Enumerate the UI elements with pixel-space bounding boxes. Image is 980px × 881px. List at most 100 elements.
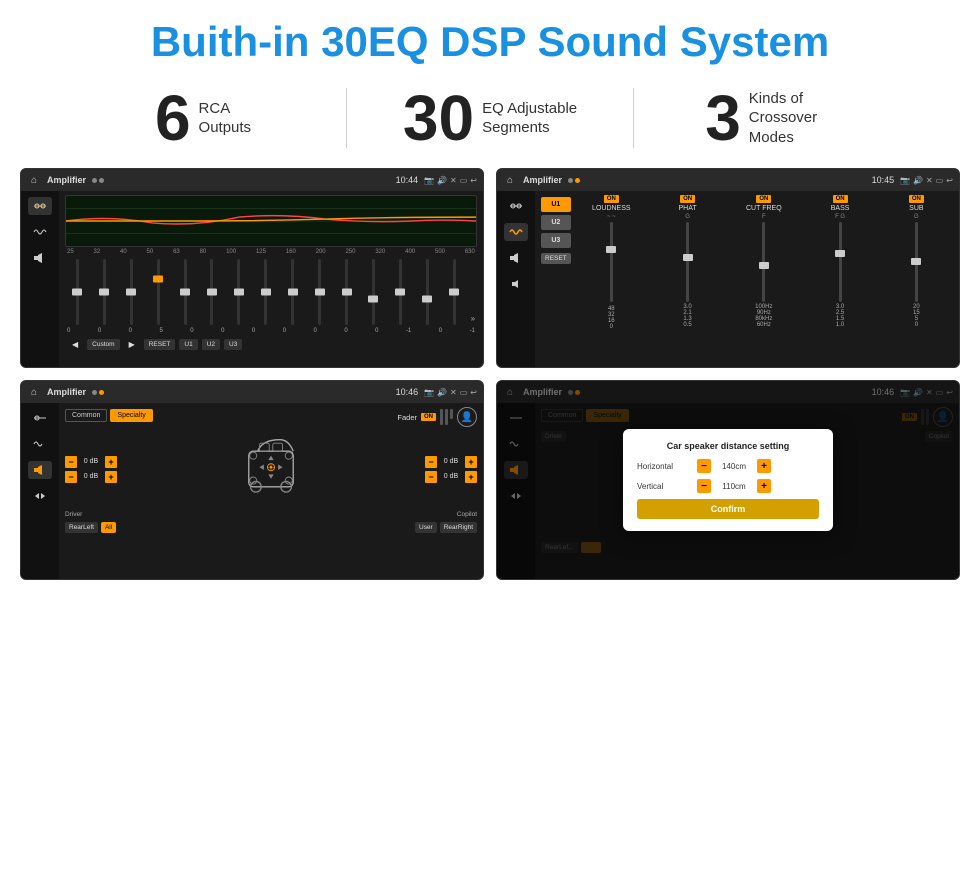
eq-slider-13[interactable] (388, 259, 413, 325)
eq-sliders: » (65, 257, 477, 327)
eq-slider-2[interactable] (92, 259, 117, 325)
eq-slider-6[interactable] (200, 259, 225, 325)
dialog-horizontal-plus[interactable]: + (757, 459, 771, 473)
fader-dot-1 (92, 390, 97, 395)
fader-driver-label: Driver (65, 511, 82, 518)
fader-fl-value: 0 dB (79, 458, 103, 465)
xo-channel-loudness: ON LOUDNESS ~ ~ 48 32 16 0 (575, 195, 648, 363)
eq-slider-8[interactable] (253, 259, 278, 325)
xo-phat-on[interactable]: ON (680, 195, 695, 203)
eq-sidebar-speaker[interactable] (28, 249, 52, 267)
fader-tab-specialty[interactable]: Specialty (110, 409, 152, 422)
fader-sidebar-wave[interactable] (28, 435, 52, 453)
xo-sub-slider[interactable] (915, 222, 918, 302)
xo-reset-button[interactable]: RESET (541, 253, 571, 264)
eq-slider-5[interactable] (173, 259, 198, 325)
eq-u3-button[interactable]: U3 (224, 339, 242, 350)
eq-prev-button[interactable]: ◀ (67, 338, 83, 351)
fader-fl-plus[interactable]: + (105, 456, 117, 468)
fader-rl-plus[interactable]: + (105, 471, 117, 483)
xo-camera-icon: 📷 (900, 176, 910, 185)
fader-sliders-mini (440, 409, 453, 425)
dialog-horizontal-minus[interactable]: − (697, 459, 711, 473)
close-icon: ✕ (450, 176, 457, 185)
fader-on-badge[interactable]: ON (421, 413, 436, 421)
xo-sidebar-volume[interactable] (504, 275, 528, 293)
eq-slider-1[interactable] (65, 259, 90, 325)
eq-slider-12[interactable] (361, 259, 386, 325)
eq-custom-label: Custom (87, 339, 119, 350)
fader-rr-plus[interactable]: + (465, 471, 477, 483)
fader-camera-icon: 📷 (424, 388, 434, 397)
xo-phat-slider[interactable] (686, 222, 689, 302)
xo-bass-slider[interactable] (839, 222, 842, 302)
eq-u2-button[interactable]: U2 (202, 339, 220, 350)
xo-loudness-on[interactable]: ON (604, 195, 619, 203)
fader-back-icon[interactable]: ↩ (470, 388, 477, 397)
eq-graph (65, 195, 477, 247)
xo-sidebar-speaker[interactable] (504, 249, 528, 267)
xo-cutfreq-slider[interactable] (762, 222, 765, 302)
stat-crossover-label: Kinds ofCrossover Modes (749, 89, 849, 148)
eq-topbar: ⌂ Amplifier 10:44 📷 🔊 ✕ ▭ ↩ (21, 169, 483, 191)
fader-sidebar-tuner[interactable] (28, 409, 52, 427)
stat-rca-label: RCAOutputs (199, 99, 252, 138)
fader-sidebar-arrows[interactable] (28, 487, 52, 505)
xo-topbar-icons: 📷 🔊 ✕ ▭ ↩ (900, 176, 953, 185)
back-icon[interactable]: ↩ (470, 176, 477, 185)
xo-back-icon[interactable]: ↩ (946, 176, 953, 185)
eq-content: 253240506380100125160200250320400500630 (59, 191, 483, 367)
xo-preset-u2[interactable]: U2 (541, 215, 571, 230)
xo-sidebar-wave[interactable] (504, 223, 528, 241)
fader-tabs: Common Specialty (65, 409, 153, 422)
fader-rl-minus[interactable]: − (65, 471, 77, 483)
eq-slider-10[interactable] (307, 259, 332, 325)
confirm-button[interactable]: Confirm (637, 499, 819, 519)
eq-slider-9[interactable] (280, 259, 305, 325)
xo-bass-on[interactable]: ON (833, 195, 848, 203)
eq-slider-7[interactable] (226, 259, 251, 325)
xo-cutfreq-on[interactable]: ON (756, 195, 771, 203)
eq-sidebar-tuner[interactable] (28, 197, 52, 215)
topbar-dots (92, 178, 104, 183)
eq-slider-11[interactable] (334, 259, 359, 325)
dialog-vertical-plus[interactable]: + (757, 479, 771, 493)
fader-fr-minus[interactable]: − (425, 456, 437, 468)
eq-slider-15[interactable] (442, 259, 467, 325)
xo-sidebar-tuner[interactable] (504, 197, 528, 215)
fader-topbar-icons: 📷 🔊 ✕ ▭ ↩ (424, 388, 477, 397)
fader-home-icon[interactable]: ⌂ (27, 385, 41, 399)
xo-preset-u3[interactable]: U3 (541, 233, 571, 248)
xo-sub-on[interactable]: ON (909, 195, 924, 203)
fader-user-btn[interactable]: User (415, 522, 437, 533)
eq-reset-button[interactable]: RESET (144, 339, 176, 350)
fader-avatar[interactable]: 👤 (457, 407, 477, 427)
eq-slider-3[interactable] (119, 259, 144, 325)
eq-sidebar-wave[interactable] (28, 223, 52, 241)
xo-phat-label: PHAT (678, 205, 696, 212)
fader-tab-common[interactable]: Common (65, 409, 107, 422)
eq-u1-button[interactable]: U1 (179, 339, 197, 350)
eq-slider-4[interactable] (146, 259, 171, 325)
fader-rr-minus[interactable]: − (425, 471, 437, 483)
eq-topbar-title: Amplifier (47, 175, 86, 185)
crossover-screen: ⌂ Amplifier 10:45 📷 🔊 ✕ ▭ ↩ (496, 168, 960, 368)
eq-slider-14[interactable] (415, 259, 440, 325)
xo-home-icon[interactable]: ⌂ (503, 173, 517, 187)
xo-bass-label: BASS (831, 205, 850, 212)
fader-all-btn[interactable]: All (101, 522, 116, 533)
xo-preset-u1[interactable]: U1 (541, 197, 571, 212)
stat-rca-number: 6 (155, 86, 191, 150)
xo-sidebar (497, 191, 535, 367)
fader-rearleft-btn[interactable]: RearLeft (65, 522, 98, 533)
eq-next-button[interactable]: ▶ (124, 338, 140, 351)
fader-fl-minus[interactable]: − (65, 456, 77, 468)
fader-sidebar-speaker[interactable] (28, 461, 52, 479)
stat-eq-label: EQ AdjustableSegments (482, 99, 577, 138)
xo-loudness-slider[interactable] (610, 222, 613, 302)
dialog-vertical-minus[interactable]: − (697, 479, 711, 493)
home-icon[interactable]: ⌂ (27, 173, 41, 187)
xo-content: U1 U2 U3 RESET ON LOUDNESS ~ ~ 48 (535, 191, 959, 367)
fader-fr-plus[interactable]: + (465, 456, 477, 468)
fader-rearright-btn[interactable]: RearRight (440, 522, 477, 533)
